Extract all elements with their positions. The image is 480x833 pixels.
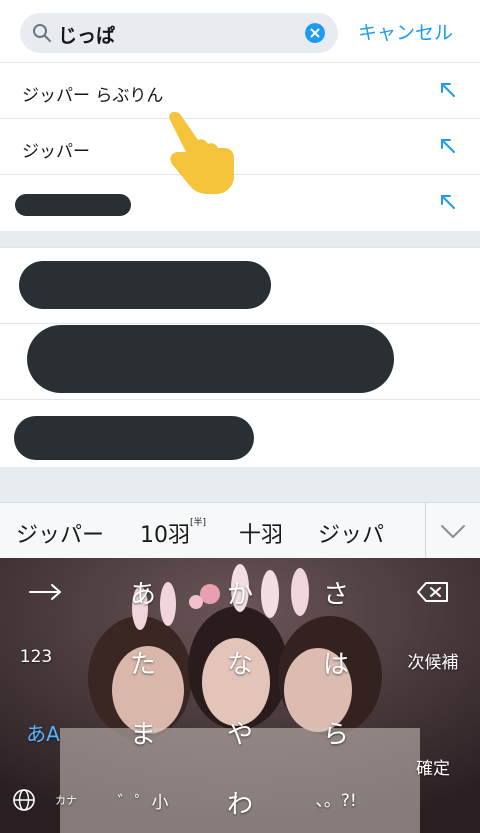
suggestion-label: ジッパー [22,142,90,162]
kana-key[interactable]: ま [113,714,173,751]
arrow-up-left-icon[interactable] [438,80,458,100]
redacted-text [19,261,271,309]
search-header: じっぱ キャンセル [0,0,480,62]
pointing-hand-icon [169,112,234,194]
kana-key[interactable]: ら [306,714,366,751]
candidate-label: 10羽 [140,523,190,548]
input-mode-key[interactable]: あA [18,718,68,747]
numbers-key[interactable]: 123 [6,647,66,667]
redacted-text [14,416,254,460]
keyboard: 123 あA カナ あ か さ た な は ま や ら ゛゜小 わ 、。?! 次… [0,558,480,833]
result-row[interactable] [0,399,480,467]
kana-key[interactable]: か [210,574,270,611]
globe-icon[interactable] [12,788,36,812]
suggestion-item[interactable]: ジッパー らぶりん [0,62,480,118]
candidate-item[interactable]: ジッパ [318,517,384,549]
suggestion-label: ジッパー らぶりん [22,86,164,106]
kana-key[interactable]: さ [306,574,366,611]
suggestion-item[interactable] [0,174,480,230]
cancel-button[interactable]: キャンセル [358,18,453,45]
candidate-item[interactable]: 10羽[半] [140,517,206,549]
backspace-icon[interactable] [416,580,450,604]
candidate-item[interactable]: ジッパー [16,517,104,549]
kana-label: カナ [55,794,77,807]
kana-key[interactable]: た [113,644,173,681]
clear-icon[interactable] [305,23,325,43]
chevron-down-icon[interactable] [440,521,466,541]
search-query: じっぱ [58,25,116,47]
kana-key[interactable]: や [210,714,270,751]
search-input[interactable]: じっぱ [20,13,338,53]
result-row[interactable] [0,247,480,323]
candidate-superscript: [半] [190,518,207,528]
suggestion-item[interactable]: ジッパー [0,118,480,174]
kana-key[interactable]: な [210,644,270,681]
kana-key[interactable]: は [306,644,366,681]
arrow-up-left-icon[interactable] [438,136,458,156]
redacted-text [27,325,394,393]
result-row[interactable] [0,323,480,399]
next-candidate-key[interactable]: 次候補 [400,648,466,673]
candidate-item[interactable]: 十羽 [239,517,283,549]
kana-key[interactable]: あ [113,574,173,611]
arrow-right-icon[interactable] [28,582,64,602]
confirm-key[interactable]: 確定 [404,754,462,779]
redacted-text [15,194,131,216]
kana-key[interactable]: わ [210,784,270,821]
divider [425,503,426,559]
section-divider [0,467,480,502]
section-divider [0,231,480,247]
arrow-up-left-icon[interactable] [438,192,458,212]
punctuation-key[interactable]: 、。?! [306,786,366,811]
modifier-key[interactable]: ゛゜小 [113,788,173,813]
candidate-bar: ジッパー 10羽[半] 十羽 ジッパ [0,502,480,559]
search-icon [33,24,51,42]
